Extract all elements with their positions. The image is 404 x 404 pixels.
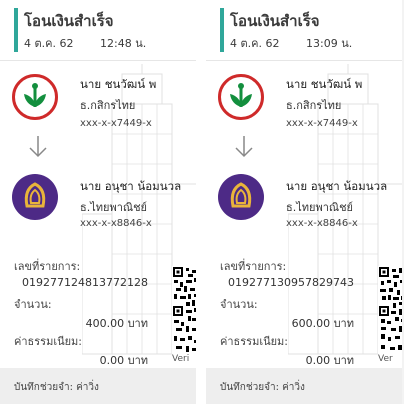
transfer-date: 4 ต.ค. 62	[230, 37, 280, 50]
transfer-time: 12:48 น.	[100, 37, 147, 50]
fee-label: ค่าธรรมเนียม:	[14, 335, 82, 348]
page-title: โอนเงินสำเร็จ	[24, 12, 114, 30]
amount-label: จำนวน:	[14, 298, 52, 311]
memo-text: บันทึกช่วยจำ: ค่าวิ่ง	[14, 382, 99, 393]
amount-label: จำนวน:	[220, 298, 258, 311]
arrow-down-icon	[29, 136, 47, 158]
header-accent-bar	[220, 8, 224, 52]
amount-value: 400.00 บาท	[85, 317, 148, 330]
page-title: โอนเงินสำเร็จ	[230, 12, 320, 30]
transfer-slip-2: โอนเงินสำเร็จ 4 ต.ค. 62 13:09 น. นาย ชนว…	[206, 0, 402, 404]
reference-number: 019277124813772128	[22, 276, 148, 289]
verify-text: Ver	[378, 354, 393, 364]
sender-account: xxx-x-x7449-x	[80, 118, 152, 129]
sender-bank: ธ.กสิกรไทย	[286, 99, 342, 112]
reference-label: เลขที่รายการ:	[220, 260, 287, 273]
reference-label: เลขที่รายการ:	[14, 260, 81, 273]
receiver-bank: ธ.ไทยพาณิชย์	[80, 201, 147, 214]
reference-number: 019277130957829743	[228, 276, 354, 289]
scb-logo	[12, 174, 58, 220]
header-accent-bar	[14, 8, 18, 52]
qr-code-icon	[378, 266, 402, 356]
transfer-time: 13:09 น.	[306, 37, 353, 50]
arrow-down-icon	[235, 136, 253, 158]
sender-name: นาย ชนวัฒน์ พ	[80, 77, 157, 91]
receiver-bank: ธ.ไทยพาณิชย์	[286, 201, 353, 214]
sender-account: xxx-x-x7449-x	[286, 118, 358, 129]
divider	[0, 60, 196, 61]
amount-value: 600.00 บาท	[291, 317, 354, 330]
memo-text: บันทึกช่วยจำ: ค่าวิ่ง	[220, 382, 305, 393]
receiver-name: นาย อนุชา น้อมนวล	[80, 179, 182, 193]
divider	[206, 60, 402, 61]
verify-text: Veri	[172, 354, 190, 364]
fee-value: 0.00 บาท	[305, 354, 354, 367]
sender-name: นาย ชนวัฒน์ พ	[286, 77, 363, 91]
kasikorn-bank-logo	[218, 74, 264, 120]
kasikorn-bank-logo	[12, 74, 58, 120]
receiver-account: xxx-x-x8846-x	[286, 218, 358, 229]
transfer-date: 4 ต.ค. 62	[24, 37, 74, 50]
receiver-account: xxx-x-x8846-x	[80, 218, 152, 229]
fee-label: ค่าธรรมเนียม:	[220, 335, 288, 348]
scb-logo	[218, 174, 264, 220]
transfer-slip-1: โอนเงินสำเร็จ 4 ต.ค. 62 12:48 น. นาย ชนว…	[0, 0, 196, 404]
qr-code-icon	[172, 266, 196, 356]
sender-bank: ธ.กสิกรไทย	[80, 99, 136, 112]
fee-value: 0.00 บาท	[99, 354, 148, 367]
slip-gap	[196, 0, 206, 404]
receiver-name: นาย อนุชา น้อมนวล	[286, 179, 388, 193]
